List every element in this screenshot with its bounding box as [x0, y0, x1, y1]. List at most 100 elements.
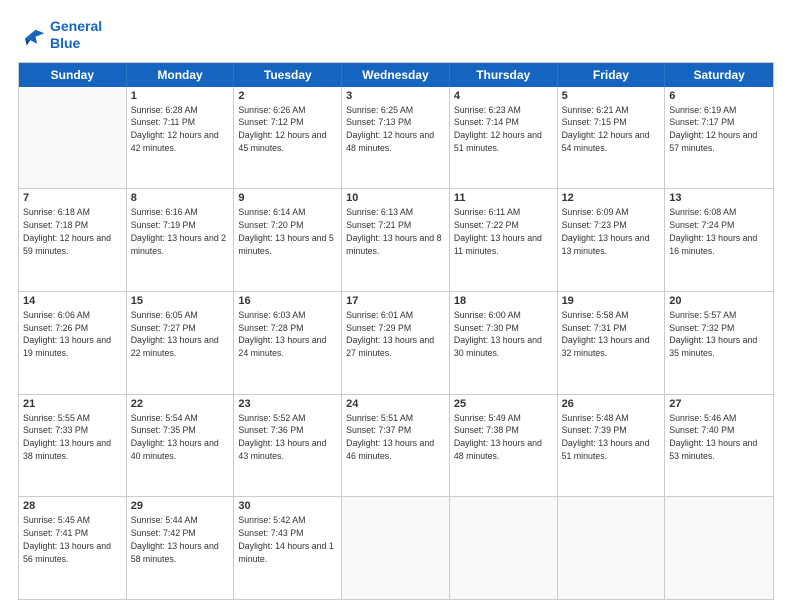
day-info: Sunrise: 6:28 AMSunset: 7:11 PMDaylight:…: [131, 104, 230, 155]
day-number: 30: [238, 500, 337, 512]
week-row-5: 28Sunrise: 5:45 AMSunset: 7:41 PMDayligh…: [19, 497, 773, 599]
day-info: Sunrise: 5:54 AMSunset: 7:35 PMDaylight:…: [131, 412, 230, 463]
day-number: 7: [23, 192, 122, 204]
day-number: 4: [454, 90, 553, 102]
day-info: Sunrise: 6:08 AMSunset: 7:24 PMDaylight:…: [669, 206, 769, 257]
day-number: 26: [562, 398, 661, 410]
page: General Blue SundayMondayTuesdayWednesda…: [0, 0, 792, 612]
day-info: Sunrise: 5:48 AMSunset: 7:39 PMDaylight:…: [562, 412, 661, 463]
day-info: Sunrise: 6:09 AMSunset: 7:23 PMDaylight:…: [562, 206, 661, 257]
day-cell-2: 2Sunrise: 6:26 AMSunset: 7:12 PMDaylight…: [234, 87, 342, 189]
day-cell-11: 11Sunrise: 6:11 AMSunset: 7:22 PMDayligh…: [450, 189, 558, 291]
day-info: Sunrise: 5:58 AMSunset: 7:31 PMDaylight:…: [562, 309, 661, 360]
day-info: Sunrise: 5:49 AMSunset: 7:38 PMDaylight:…: [454, 412, 553, 463]
day-info: Sunrise: 6:21 AMSunset: 7:15 PMDaylight:…: [562, 104, 661, 155]
day-info: Sunrise: 5:42 AMSunset: 7:43 PMDaylight:…: [238, 514, 337, 565]
day-number: 24: [346, 398, 445, 410]
day-cell-27: 27 Sunrise: 5:46 AMSunset: 7:40 PMDayligh…: [665, 395, 773, 497]
day-number: 19: [562, 295, 661, 307]
day-cell-10: 10Sunrise: 6:13 AMSunset: 7:21 PMDayligh…: [342, 189, 450, 291]
day-info: Sunrise: 6:00 AMSunset: 7:30 PMDaylight:…: [454, 309, 553, 360]
day-number: 15: [131, 295, 230, 307]
day-cell-30: 30 Sunrise: 5:42 AMSunset: 7:43 PMDayligh…: [234, 497, 342, 599]
day-number: 5: [562, 90, 661, 102]
day-number: 20: [669, 295, 769, 307]
day-info: Sunrise: 5:57 AMSunset: 7:32 PMDaylight:…: [669, 309, 769, 360]
day-cell-13: 13 Sunrise: 6:08 AMSunset: 7:24 PMDayligh…: [665, 189, 773, 291]
day-cell-4: 4 Sunrise: 6:23 AMSunset: 7:14 PMDaylight…: [450, 87, 558, 189]
day-info: Sunrise: 5:55 AMSunset: 7:33 PMDaylight:…: [23, 412, 122, 463]
empty-cell: [558, 497, 666, 599]
day-number: 17: [346, 295, 445, 307]
calendar-body: 1 Sunrise: 6:28 AMSunset: 7:11 PMDaylight…: [19, 87, 773, 599]
empty-cell: [19, 87, 127, 189]
day-cell-9: 9Sunrise: 6:14 AMSunset: 7:20 PMDaylight…: [234, 189, 342, 291]
empty-cell: [450, 497, 558, 599]
day-cell-7: 7 Sunrise: 6:18 AMSunset: 7:18 PMDaylight…: [19, 189, 127, 291]
header-day-saturday: Saturday: [665, 63, 773, 87]
day-cell-16: 16Sunrise: 6:03 AMSunset: 7:28 PMDayligh…: [234, 292, 342, 394]
day-number: 27: [669, 398, 769, 410]
day-cell-25: 25Sunrise: 5:49 AMSunset: 7:38 PMDayligh…: [450, 395, 558, 497]
day-cell-26: 26 Sunrise: 5:48 AMSunset: 7:39 PMDayligh…: [558, 395, 666, 497]
day-number: 3: [346, 90, 445, 102]
calendar: SundayMondayTuesdayWednesdayThursdayFrid…: [18, 62, 774, 600]
day-number: 12: [562, 192, 661, 204]
week-row-3: 14 Sunrise: 6:06 AMSunset: 7:26 PMDayligh…: [19, 292, 773, 395]
day-info: Sunrise: 5:45 AMSunset: 7:41 PMDaylight:…: [23, 514, 122, 565]
empty-cell: [342, 497, 450, 599]
day-number: 13: [669, 192, 769, 204]
day-cell-18: 18Sunrise: 6:00 AMSunset: 7:30 PMDayligh…: [450, 292, 558, 394]
day-info: Sunrise: 6:05 AMSunset: 7:27 PMDaylight:…: [131, 309, 230, 360]
header-day-sunday: Sunday: [19, 63, 127, 87]
day-info: Sunrise: 6:01 AMSunset: 7:29 PMDaylight:…: [346, 309, 445, 360]
day-info: Sunrise: 6:03 AMSunset: 7:28 PMDaylight:…: [238, 309, 337, 360]
day-cell-28: 28Sunrise: 5:45 AMSunset: 7:41 PMDayligh…: [19, 497, 127, 599]
day-cell-3: 3Sunrise: 6:25 AMSunset: 7:13 PMDaylight…: [342, 87, 450, 189]
day-number: 8: [131, 192, 230, 204]
day-cell-5: 5 Sunrise: 6:21 AMSunset: 7:15 PMDaylight…: [558, 87, 666, 189]
day-cell-19: 19 Sunrise: 5:58 AMSunset: 7:31 PMDayligh…: [558, 292, 666, 394]
header-day-tuesday: Tuesday: [234, 63, 342, 87]
day-cell-8: 8Sunrise: 6:16 AMSunset: 7:19 PMDaylight…: [127, 189, 235, 291]
day-cell-29: 29Sunrise: 5:44 AMSunset: 7:42 PMDayligh…: [127, 497, 235, 599]
header-day-friday: Friday: [558, 63, 666, 87]
calendar-header: SundayMondayTuesdayWednesdayThursdayFrid…: [19, 63, 773, 87]
empty-cell: [665, 497, 773, 599]
day-info: Sunrise: 5:51 AMSunset: 7:37 PMDaylight:…: [346, 412, 445, 463]
day-info: Sunrise: 6:06 AMSunset: 7:26 PMDaylight:…: [23, 309, 122, 360]
day-number: 22: [131, 398, 230, 410]
day-info: Sunrise: 6:19 AMSunset: 7:17 PMDaylight:…: [669, 104, 769, 155]
header-day-thursday: Thursday: [450, 63, 558, 87]
day-cell-23: 23Sunrise: 5:52 AMSunset: 7:36 PMDayligh…: [234, 395, 342, 497]
day-cell-24: 24 Sunrise: 5:51 AMSunset: 7:37 PMDayligh…: [342, 395, 450, 497]
day-number: 11: [454, 192, 553, 204]
day-cell-15: 15 Sunrise: 6:05 AMSunset: 7:27 PMDayligh…: [127, 292, 235, 394]
day-number: 14: [23, 295, 122, 307]
day-info: Sunrise: 6:26 AMSunset: 7:12 PMDaylight:…: [238, 104, 337, 155]
week-row-4: 21 Sunrise: 5:55 AMSunset: 7:33 PMDayligh…: [19, 395, 773, 498]
day-number: 6: [669, 90, 769, 102]
day-info: Sunrise: 6:18 AMSunset: 7:18 PMDaylight:…: [23, 206, 122, 257]
day-cell-6: 6 Sunrise: 6:19 AMSunset: 7:17 PMDaylight…: [665, 87, 773, 189]
day-info: Sunrise: 5:44 AMSunset: 7:42 PMDaylight:…: [131, 514, 230, 565]
day-info: Sunrise: 6:23 AMSunset: 7:14 PMDaylight:…: [454, 104, 553, 155]
logo-text: General Blue: [50, 18, 102, 52]
day-cell-22: 22 Sunrise: 5:54 AMSunset: 7:35 PMDayligh…: [127, 395, 235, 497]
day-cell-14: 14 Sunrise: 6:06 AMSunset: 7:26 PMDayligh…: [19, 292, 127, 394]
day-cell-1: 1 Sunrise: 6:28 AMSunset: 7:11 PMDaylight…: [127, 87, 235, 189]
header: General Blue: [18, 18, 774, 52]
logo: General Blue: [18, 18, 102, 52]
day-number: 21: [23, 398, 122, 410]
logo-icon: [18, 21, 46, 49]
day-info: Sunrise: 5:46 AMSunset: 7:40 PMDaylight:…: [669, 412, 769, 463]
day-cell-21: 21 Sunrise: 5:55 AMSunset: 7:33 PMDayligh…: [19, 395, 127, 497]
header-day-monday: Monday: [127, 63, 235, 87]
header-day-wednesday: Wednesday: [342, 63, 450, 87]
week-row-1: 1 Sunrise: 6:28 AMSunset: 7:11 PMDaylight…: [19, 87, 773, 190]
day-number: 1: [131, 90, 230, 102]
day-number: 9: [238, 192, 337, 204]
week-row-2: 7 Sunrise: 6:18 AMSunset: 7:18 PMDaylight…: [19, 189, 773, 292]
day-cell-17: 17 Sunrise: 6:01 AMSunset: 7:29 PMDayligh…: [342, 292, 450, 394]
day-info: Sunrise: 6:13 AMSunset: 7:21 PMDaylight:…: [346, 206, 445, 257]
